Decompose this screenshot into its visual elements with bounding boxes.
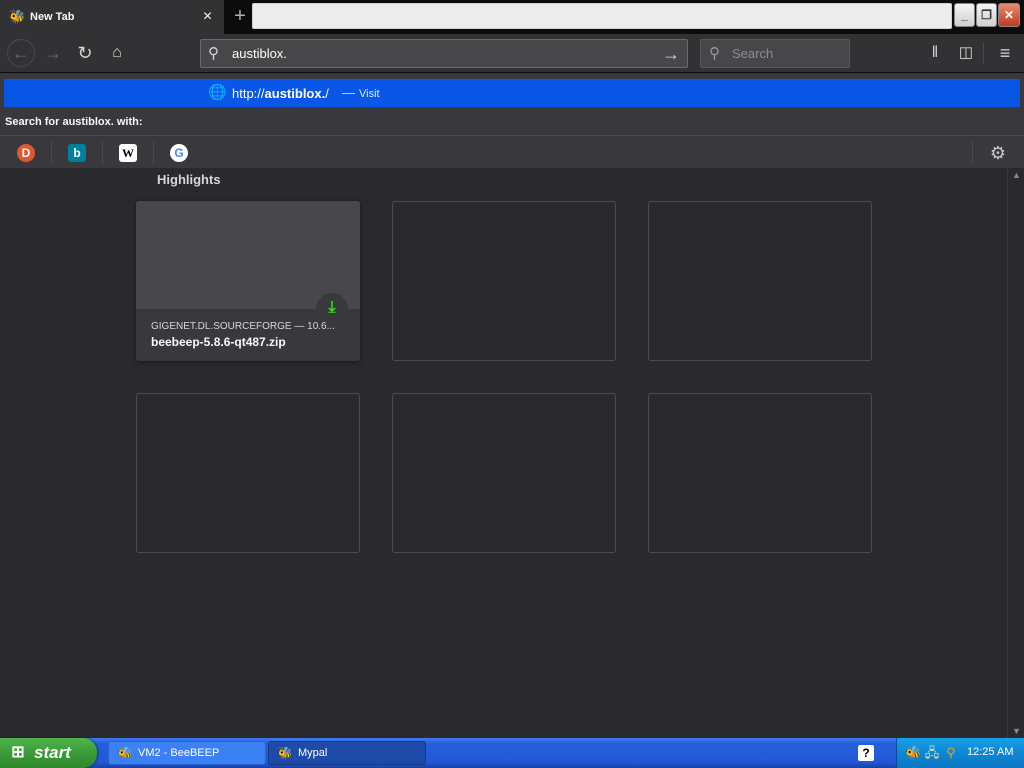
url-bold-part: austiblox. (264, 86, 326, 101)
taskbar-button-beebeep[interactable]: 🐝 VM2 - BeeBEEP (108, 741, 266, 765)
task-label: VM2 - BeeBEEP (138, 747, 220, 759)
wikipedia-icon[interactable]: W (119, 144, 137, 162)
autocomplete-separator: — (342, 85, 355, 100)
search-with-label: Search for austiblox. with: (5, 116, 143, 128)
url-prefix: http:// (232, 86, 265, 101)
urlbar-autocomplete-popup: 🌐 http://austiblox./ — Visit Search for … (0, 72, 1024, 168)
tab-new-tab[interactable]: 🐝 New Tab × (0, 0, 224, 34)
scroll-up-arrow-icon[interactable]: ▲ (1012, 170, 1021, 180)
search-tray-icon[interactable]: ⚲ (943, 745, 959, 761)
google-icon[interactable]: G (170, 144, 188, 162)
autocomplete-url: http://austiblox./ (232, 86, 329, 101)
globe-icon: 🌐 (208, 84, 227, 101)
mypal-icon: 🐝 (277, 746, 293, 760)
task-label: Mypal (298, 747, 328, 759)
engine-separator (972, 142, 973, 164)
library-icon[interactable]: 𝍪 (924, 42, 946, 64)
help-icon[interactable]: ? (858, 745, 874, 761)
tabstrip-empty-area (252, 3, 952, 29)
taskbar-button-mypal[interactable]: 🐝 Mypal (268, 741, 426, 765)
forward-arrow-icon[interactable]: → (42, 42, 64, 64)
windows-flag-icon: ⊞ (11, 744, 25, 761)
window-controls: _ ❐ ✕ (954, 3, 1020, 29)
empty-highlight-slot (648, 393, 872, 553)
hamburger-menu-icon[interactable]: ≡ (994, 42, 1016, 64)
one-off-search-engines: D b W G ⚙ (0, 135, 1024, 169)
autocomplete-visit-row[interactable]: 🌐 http://austiblox./ — Visit (4, 79, 1020, 107)
empty-highlight-slot (136, 393, 360, 553)
search-bar[interactable]: ⚲ (700, 39, 850, 68)
close-window-button[interactable]: ✕ (998, 3, 1020, 27)
tab-close-icon[interactable]: × (200, 9, 215, 25)
home-icon[interactable]: ⌂ (106, 42, 128, 64)
minimize-button[interactable]: _ (954, 3, 975, 27)
beebeep-icon: 🐝 (117, 746, 133, 760)
empty-highlight-slot (392, 393, 616, 553)
engine-separator (51, 142, 52, 164)
tab-strip: 🐝 New Tab × + _ ❐ ✕ (0, 0, 1024, 34)
system-tray: 🐝 🖧 ⚲ 12:25 AM (896, 738, 1024, 768)
navigation-toolbar: ← → ↻ ⌂ ⚲ austiblox. → ⚲ 𝍪 ◫ ≡ (0, 34, 1024, 72)
search-input[interactable] (732, 46, 844, 61)
search-settings-gear-icon[interactable]: ⚙ (988, 143, 1008, 163)
engine-separator (153, 142, 154, 164)
network-tray-icon[interactable]: 🖧 (924, 745, 940, 761)
duckduckgo-icon[interactable]: D (17, 144, 35, 162)
beebeep-tray-icon[interactable]: 🐝 (905, 745, 921, 761)
highlight-card[interactable]: ⤓ GIGENET.DL.SOURCEFORGE — 10.6... beebe… (136, 201, 360, 361)
url-suffix: / (325, 86, 329, 101)
new-tab-plus-icon[interactable]: + (230, 6, 250, 27)
reload-icon[interactable]: ↻ (74, 42, 96, 64)
sidebar-icon[interactable]: ◫ (955, 42, 977, 64)
bing-icon[interactable]: b (68, 144, 86, 162)
empty-highlight-slot (648, 201, 872, 361)
tab-title: New Tab (30, 11, 75, 23)
highlights-heading: Highlights (157, 172, 221, 187)
scroll-down-arrow-icon[interactable]: ▼ (1012, 726, 1021, 736)
card-title: beebeep-5.8.6-qt487.zip (151, 335, 286, 349)
search-icon: ⚲ (709, 45, 720, 62)
autocomplete-action: Visit (359, 88, 380, 100)
empty-highlight-slot (392, 201, 616, 361)
search-icon: ⚲ (208, 45, 219, 62)
start-button[interactable]: ⊞ start (0, 738, 97, 768)
new-tab-page: Highlights ⤓ GIGENET.DL.SOURCEFORGE — 10… (0, 168, 1007, 738)
url-input-text[interactable]: austiblox. (232, 46, 287, 61)
clock: 12:25 AM (967, 746, 1014, 758)
toolbar-separator (983, 42, 984, 64)
vertical-scrollbar[interactable]: ▲ ▼ (1007, 168, 1024, 738)
engine-separator (102, 142, 103, 164)
taskbar: ⊞ start 🐝 VM2 - BeeBEEP 🐝 Mypal ? 🐝 🖧 ⚲ … (0, 738, 1024, 768)
mypal-favicon-icon: 🐝 (9, 9, 26, 24)
back-arrow-icon[interactable]: ← (7, 39, 35, 67)
go-arrow-icon[interactable]: → (661, 44, 681, 64)
url-bar[interactable]: ⚲ austiblox. → (200, 39, 688, 68)
start-label: start (34, 743, 71, 762)
card-host: GIGENET.DL.SOURCEFORGE — 10.6... (151, 321, 335, 332)
restore-button[interactable]: ❐ (976, 3, 997, 27)
